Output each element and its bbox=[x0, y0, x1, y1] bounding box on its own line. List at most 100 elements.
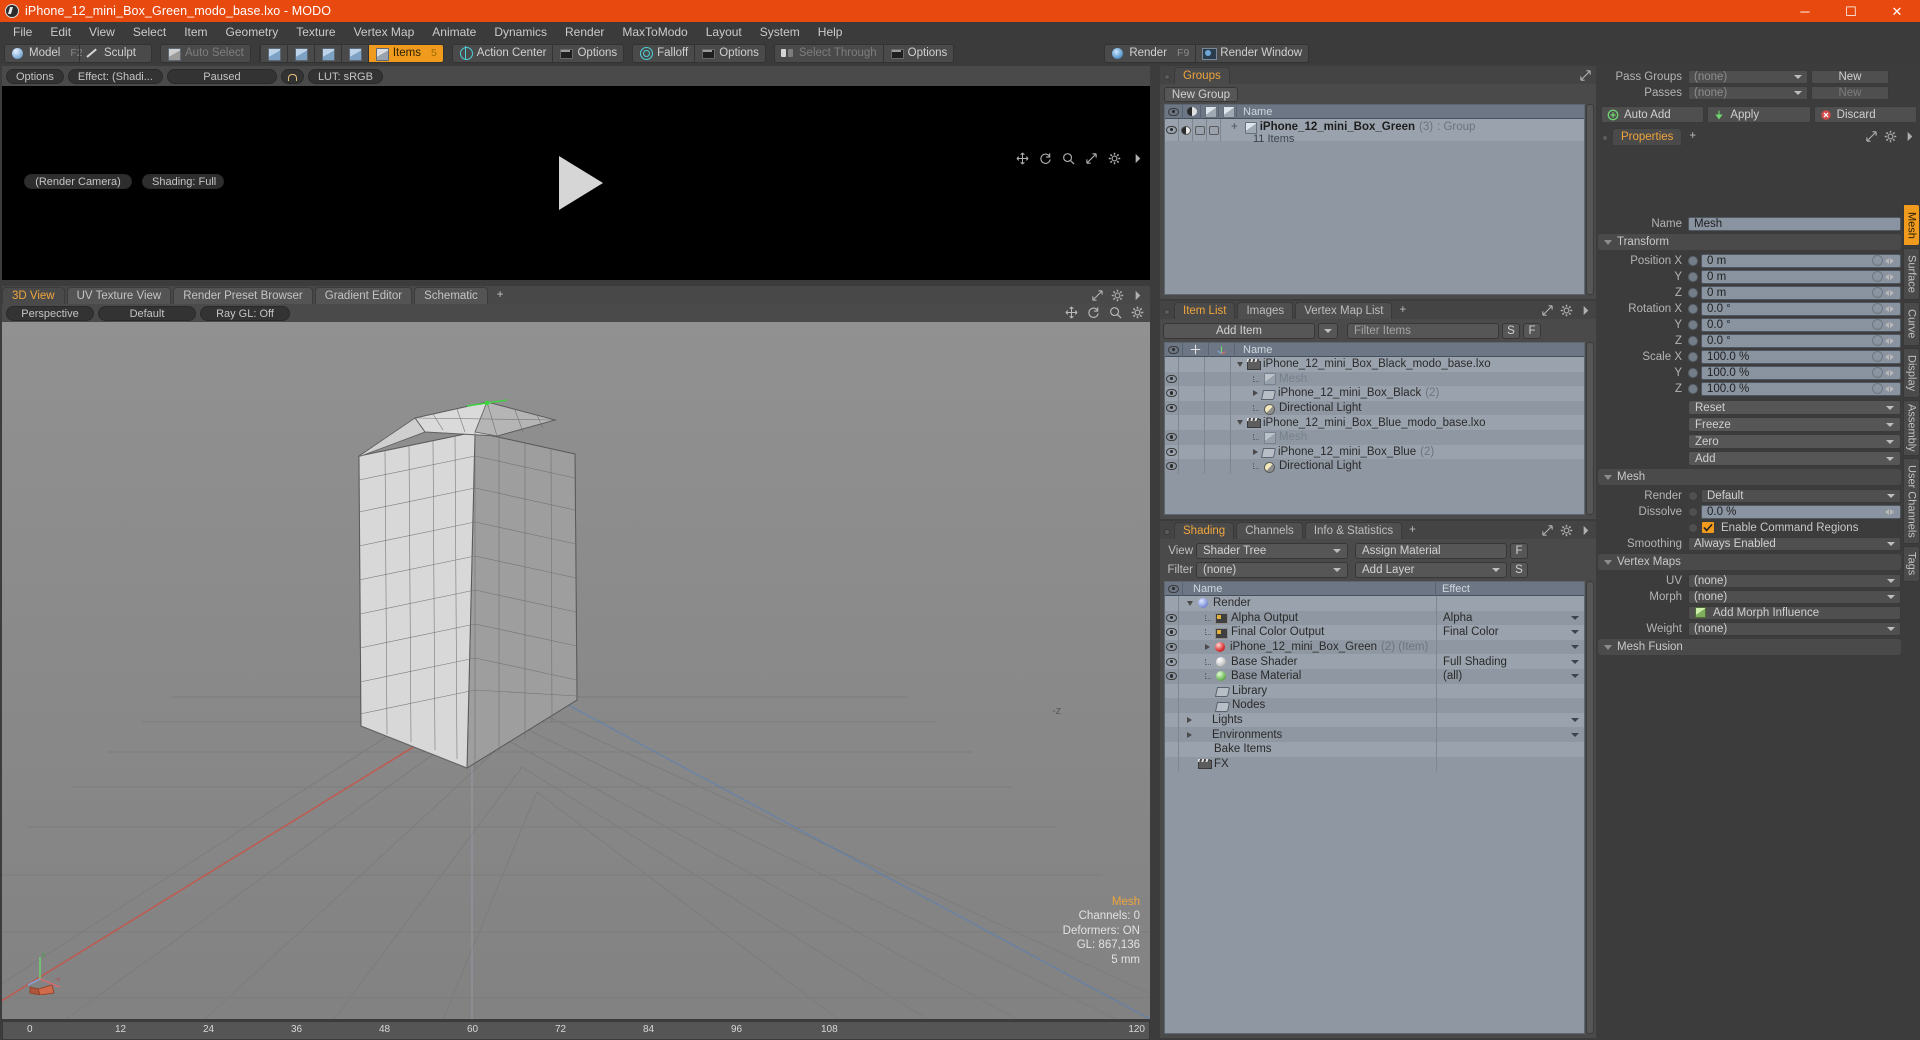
viewport-move-icon[interactable] bbox=[1065, 306, 1078, 319]
side-tab-mesh[interactable]: Mesh bbox=[1903, 204, 1920, 246]
row-visible-toggle[interactable] bbox=[1165, 415, 1179, 430]
auto-select-button[interactable]: Auto Select bbox=[161, 45, 250, 62]
menu-item[interactable]: Item bbox=[175, 22, 216, 42]
row-axis-cell[interactable] bbox=[1205, 459, 1231, 474]
transform-input[interactable]: 0 m bbox=[1701, 269, 1901, 284]
render-window-button[interactable]: Render Window bbox=[1195, 44, 1308, 62]
row-visible-toggle[interactable] bbox=[1165, 357, 1179, 372]
polygon-mode-button[interactable] bbox=[313, 44, 341, 62]
table-row[interactable]: iPhone_12_mini_Box_Green (2) (Item) bbox=[1165, 639, 1584, 655]
transform-stepper-icon[interactable] bbox=[1883, 351, 1895, 363]
shader-effect-cell[interactable]: Full Shading bbox=[1436, 654, 1584, 669]
table-row[interactable]: iPhone_12_mini_Box_Blue (2) bbox=[1165, 444, 1584, 460]
render-camera-button[interactable]: (Render Camera) bbox=[24, 174, 132, 189]
expander-expand-icon[interactable] bbox=[1205, 644, 1210, 651]
transform-stepper-icon[interactable] bbox=[1883, 271, 1895, 283]
transform-knob[interactable] bbox=[1688, 367, 1698, 378]
mesh-section-header[interactable]: Mesh bbox=[1598, 469, 1901, 485]
add-morph-influence-button[interactable]: Add Morph Influence bbox=[1688, 605, 1901, 620]
tab-uv-texture-view[interactable]: UV Texture View bbox=[66, 287, 172, 304]
tab-info-and-statistics[interactable]: Info & Statistics bbox=[1304, 522, 1403, 539]
channel-dot-icon[interactable] bbox=[1872, 287, 1883, 298]
menu-help[interactable]: Help bbox=[809, 22, 852, 42]
transform-reset-dropdown[interactable]: Reset bbox=[1688, 400, 1901, 415]
vertex-maps-section-header[interactable]: Vertex Maps bbox=[1598, 554, 1901, 570]
menu-vertex-map[interactable]: Vertex Map bbox=[345, 22, 424, 42]
row-visible-toggle[interactable] bbox=[1165, 400, 1179, 416]
row-shade-toggle[interactable] bbox=[1179, 119, 1193, 141]
menu-edit[interactable]: Edit bbox=[41, 22, 80, 42]
add-item-button[interactable]: Add Item bbox=[1163, 322, 1315, 339]
side-tab-surface[interactable]: Surface bbox=[1903, 248, 1920, 300]
mesh-smoothing-dropdown[interactable]: Always Enabled bbox=[1688, 536, 1901, 551]
menu-select[interactable]: Select bbox=[124, 22, 175, 42]
items-mode-button[interactable]: Items 5 bbox=[367, 44, 443, 62]
row-visible-toggle[interactable] bbox=[1165, 444, 1179, 460]
transform-input[interactable]: 100.0 % bbox=[1701, 381, 1901, 396]
tab-render-preset-browser[interactable]: Render Preset Browser bbox=[173, 287, 313, 304]
row-axis-cell[interactable] bbox=[1205, 400, 1231, 416]
zoom-icon[interactable] bbox=[1062, 152, 1075, 165]
side-tab-user-channels[interactable]: User Channels bbox=[1903, 458, 1920, 544]
channel-dot-icon[interactable] bbox=[1872, 383, 1883, 394]
tab-schematic[interactable]: Schematic bbox=[414, 287, 488, 304]
uv-dropdown[interactable]: (none) bbox=[1688, 573, 1901, 588]
table-row[interactable]: Mesh bbox=[1165, 429, 1584, 445]
menu-layout[interactable]: Layout bbox=[697, 22, 751, 42]
shader-tree-dropdown[interactable]: Shader Tree bbox=[1196, 542, 1348, 559]
item-list-table[interactable]: Name iPhone_12_mini_Box_Black_modo_base.… bbox=[1164, 342, 1585, 515]
row-lock-cell[interactable] bbox=[1179, 386, 1205, 401]
pass-groups-dropdown[interactable]: (none) bbox=[1688, 69, 1808, 84]
select-through-options-button[interactable]: Options bbox=[882, 44, 954, 62]
shader-effect-cell[interactable]: (all) bbox=[1436, 668, 1584, 684]
menu-dynamics[interactable]: Dynamics bbox=[485, 22, 556, 42]
table-row[interactable]: Bake Items bbox=[1165, 741, 1584, 757]
vertex-mode-button[interactable] bbox=[259, 44, 287, 62]
transform-section-header[interactable]: Transform bbox=[1598, 234, 1901, 250]
maximize-button[interactable]: ☐ bbox=[1828, 0, 1874, 22]
mesh-render-dropdown[interactable]: Default bbox=[1701, 488, 1901, 503]
filter-items-input[interactable]: Filter Items bbox=[1347, 322, 1499, 339]
table-row[interactable]: Library bbox=[1165, 683, 1584, 699]
tab-item-list[interactable]: Item List bbox=[1174, 302, 1236, 319]
transform-knob[interactable] bbox=[1688, 287, 1698, 298]
menu-geometry[interactable]: Geometry bbox=[217, 22, 288, 42]
row-visible-toggle[interactable] bbox=[1165, 756, 1179, 772]
channel-dot-icon[interactable] bbox=[1872, 335, 1883, 346]
properties-gear-icon[interactable] bbox=[1884, 130, 1897, 143]
menu-maxtomodo[interactable]: MaxToModo bbox=[613, 22, 696, 42]
row-visible-toggle[interactable] bbox=[1165, 639, 1179, 655]
groups-panel-dot[interactable] bbox=[1164, 74, 1170, 80]
preview-effect-button[interactable]: Effect: (Shadi... bbox=[67, 68, 163, 84]
mesh-render-knob[interactable] bbox=[1688, 490, 1698, 501]
side-tab-display[interactable]: Display bbox=[1903, 348, 1920, 398]
groups-scrollbar[interactable] bbox=[1586, 104, 1594, 295]
expander-collapse-icon[interactable] bbox=[1237, 361, 1243, 367]
transform-knob[interactable] bbox=[1688, 271, 1698, 282]
transform-stepper-icon[interactable] bbox=[1883, 287, 1895, 299]
tab-channels[interactable]: Channels bbox=[1236, 522, 1303, 539]
tab-3d-view[interactable]: 3D View bbox=[2, 287, 65, 304]
chevron-right-icon[interactable] bbox=[1131, 152, 1144, 165]
item-list-add-tab[interactable]: + bbox=[1394, 302, 1411, 319]
expander-expand-icon[interactable] bbox=[1253, 390, 1258, 397]
row-visible-toggle[interactable] bbox=[1165, 683, 1179, 699]
falloff-options-button[interactable]: Options bbox=[694, 44, 765, 62]
transform-stepper-icon[interactable] bbox=[1883, 303, 1895, 315]
shading-gear-icon[interactable] bbox=[1560, 524, 1573, 537]
mesh-dissolve-knob[interactable] bbox=[1688, 506, 1698, 517]
viewport-expand-icon[interactable] bbox=[1091, 289, 1104, 302]
tab-add-button[interactable]: + bbox=[490, 287, 511, 304]
properties-panel-dot[interactable] bbox=[1602, 135, 1608, 141]
new-group-button[interactable]: New Group bbox=[1164, 87, 1238, 102]
edge-mode-button[interactable] bbox=[286, 44, 314, 62]
gear-icon[interactable] bbox=[1108, 152, 1121, 165]
table-row[interactable]: Lights bbox=[1165, 712, 1584, 728]
3d-viewport[interactable]: -z Mesh Channels: 0 Deformers: ON GL: 86… bbox=[2, 322, 1150, 1019]
shading-f-button[interactable]: F bbox=[1510, 542, 1528, 559]
table-row[interactable]: Nodes bbox=[1165, 698, 1584, 713]
model-mode-button[interactable]: Model F2 bbox=[5, 45, 83, 62]
pass-groups-new-button[interactable]: New bbox=[1811, 69, 1889, 84]
viewport-preset-button[interactable]: Default bbox=[98, 305, 196, 321]
expander-expand-icon[interactable] bbox=[1253, 448, 1258, 455]
